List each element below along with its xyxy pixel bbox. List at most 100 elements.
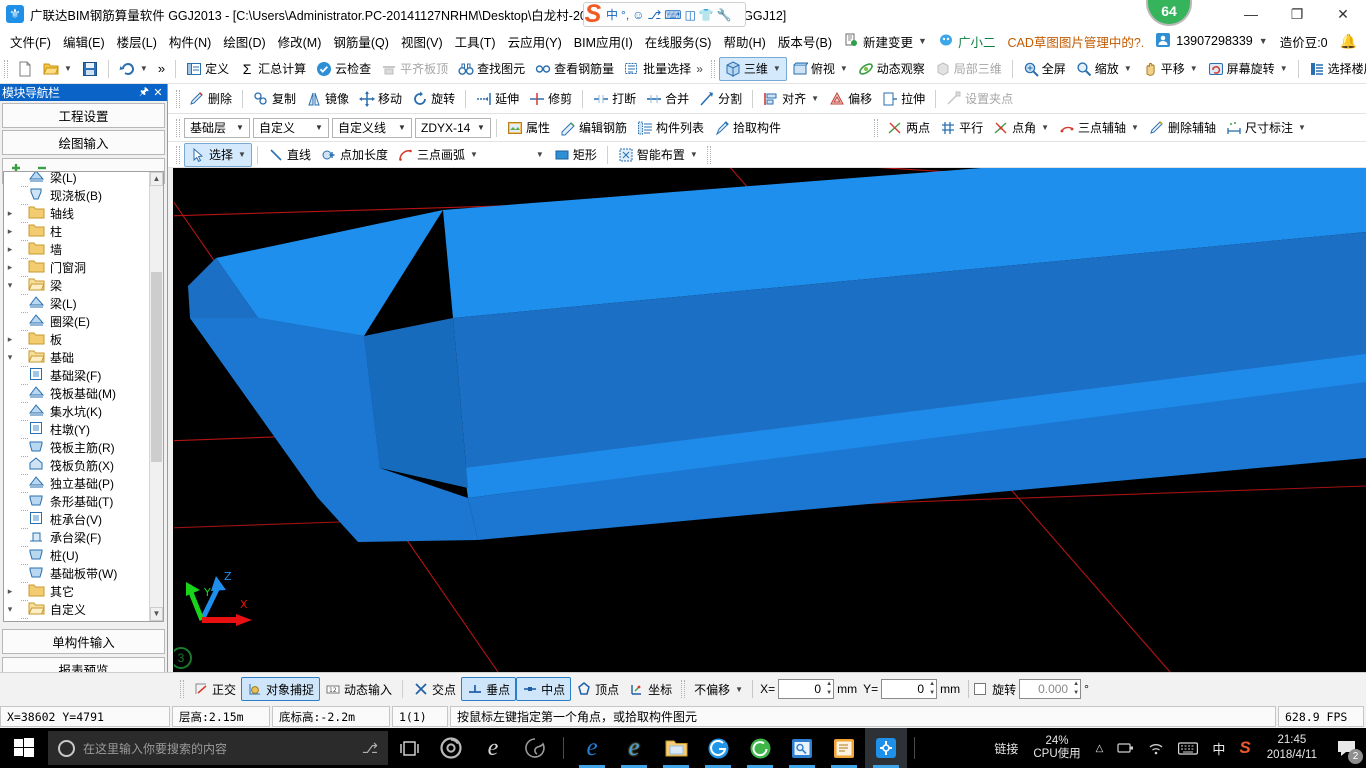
category-select-chevron-icon[interactable]: ▼ [312, 123, 326, 132]
extend-button[interactable]: 延伸 [471, 87, 524, 111]
floor-select[interactable]: 基础层 ▼ [184, 117, 250, 138]
view-3d-chevron-icon[interactable]: ▼ [773, 64, 781, 73]
snap-midpoint-toggle[interactable]: 中点 [516, 677, 572, 701]
mirror-button[interactable]: 镜像 [301, 87, 354, 111]
tree-item-22[interactable]: 桩(U) [4, 546, 149, 565]
view-top-chevron-icon[interactable]: ▼ [840, 64, 848, 73]
tree-expander-4[interactable]: ▸ [4, 226, 16, 237]
toolbar-grip[interactable] [4, 59, 8, 78]
ime-punctuation-icon[interactable]: °, [621, 8, 629, 22]
menu-online-service[interactable]: 在线服务(S) [639, 29, 718, 54]
snap-toolbar-grip[interactable] [180, 680, 184, 698]
undo-button[interactable]: ▼ [114, 57, 153, 81]
points-label[interactable]: 造价豆:0 [1274, 29, 1334, 54]
parallel-axis-button[interactable]: 平行 [935, 116, 988, 140]
start-button[interactable] [0, 728, 48, 768]
tree-item-13[interactable]: 筏板基础(M) [4, 384, 149, 403]
stretch-button[interactable]: 拉伸 [877, 87, 930, 111]
taskbar-360-browser-button[interactable] [739, 728, 781, 768]
pan-chevron-icon[interactable]: ▼ [1190, 64, 1198, 73]
draw-toolbar-grip-end[interactable] [706, 145, 711, 164]
find-element-button[interactable]: 查找图元 [453, 57, 530, 81]
taskbar-sogou-browser-button[interactable] [697, 728, 739, 768]
dynamic-input-toggle[interactable]: 12 动态输入 [320, 677, 397, 701]
tray-battery-icon[interactable] [1110, 742, 1141, 754]
rotate-checkbox[interactable] [974, 683, 987, 695]
sidebar-drawing-input-button[interactable]: 绘图输入 [2, 130, 165, 155]
taskbar-glodon-button[interactable] [865, 728, 907, 768]
account-chevron-down-icon[interactable]: ▼ [1259, 36, 1268, 46]
tray-sogou-icon[interactable]: S [1232, 738, 1257, 758]
tree-item-12[interactable]: 基础梁(F) [4, 366, 149, 385]
component-tree[interactable]: 剪力墙(Q)梁(L)现浇板(B)▸轴线▸柱▸墙▸门窗洞▾梁梁(L)圈梁(E)▸板… [3, 171, 164, 622]
zoom-chevron-icon[interactable]: ▼ [1124, 64, 1132, 73]
tree-scroll-up-icon[interactable]: ▲ [150, 172, 163, 186]
two-point-axis-button[interactable]: 两点 [882, 116, 935, 140]
tree-item-17[interactable]: 筏板负筋(X) [4, 456, 149, 475]
tree-item-18[interactable]: 独立基础(P) [4, 474, 149, 493]
tree-item-5[interactable]: ▸ 墙 [4, 240, 149, 259]
cloud-check-button[interactable]: 云检查 [311, 57, 376, 81]
pin-icon[interactable]: 🖈 [137, 83, 151, 102]
tray-expand-chevron-icon[interactable]: △ [1089, 743, 1111, 754]
modify-toolbar-grip[interactable] [176, 89, 180, 108]
tree-item-25[interactable]: ▾ 自定义 [4, 600, 149, 619]
copy-button[interactable]: 复制 [248, 87, 301, 111]
properties-button[interactable]: 属性 [502, 116, 555, 140]
3d-viewport[interactable]: Z Y X 3 [168, 168, 1366, 672]
delete-axis-button[interactable]: 删除辅轴 [1144, 116, 1221, 140]
batch-select-button[interactable]: 批量选择 [619, 57, 696, 81]
snap-perpendicular-toggle[interactable]: 垂点 [461, 677, 517, 701]
tree-item-6[interactable]: ▸ 门窗洞 [4, 258, 149, 277]
tree-expander-3[interactable]: ▸ [4, 208, 16, 219]
tree-item-4[interactable]: ▸ 柱 [4, 222, 149, 241]
taskbar-search[interactable]: 在这里输入你要搜索的内容 ⎇ [48, 731, 388, 765]
tray-keyboard-icon[interactable] [1171, 741, 1205, 755]
select-floor-button[interactable]: 选择楼层 [1304, 57, 1366, 81]
tree-item-11[interactable]: ▾ 基础 [4, 348, 149, 367]
snap-vertex-toggle[interactable]: 顶点 [571, 677, 624, 701]
taskbar-file-explorer-button[interactable] [655, 728, 697, 768]
taskbar-ie-legacy-button[interactable]: e [613, 728, 655, 768]
menu-component[interactable]: 构件(N) [163, 29, 217, 54]
tree-item-1[interactable]: 梁(L) [4, 172, 149, 187]
floor-select-chevron-icon[interactable]: ▼ [233, 123, 247, 132]
component-list-button[interactable]: 构件列表 [632, 116, 709, 140]
tree-item-7[interactable]: ▾ 梁 [4, 276, 149, 295]
menu-view[interactable]: 视图(V) [395, 29, 449, 54]
tree-item-21[interactable]: 承台梁(F) [4, 528, 149, 547]
extra-draw-chevron-icon[interactable]: ▼ [536, 150, 544, 159]
menu-edit[interactable]: 编辑(E) [57, 29, 111, 54]
point-angle-chevron-icon[interactable]: ▼ [1041, 123, 1049, 132]
delete-button[interactable]: 删除 [184, 87, 237, 111]
sidebar-single-component-input-button[interactable]: 单构件输入 [2, 629, 165, 654]
tree-item-16[interactable]: 筏板主筋(R) [4, 438, 149, 457]
dimension-chevron-icon[interactable]: ▼ [1298, 123, 1306, 132]
category-select[interactable]: 自定义 ▼ [253, 117, 329, 138]
open-file-chevron-icon[interactable]: ▼ [64, 64, 72, 73]
three-point-axis-chevron-icon[interactable]: ▼ [1131, 123, 1139, 132]
taskbar-pdf-reader-button[interactable] [781, 728, 823, 768]
menu-floor[interactable]: 楼层(L) [111, 29, 163, 54]
three-point-axis-button[interactable]: 三点辅轴 ▼ [1054, 116, 1144, 140]
three-point-arc-button[interactable]: 三点画弧 ▼ [393, 143, 483, 167]
ortho-toggle[interactable]: 正交 [188, 677, 241, 701]
view-toolbar-grip[interactable] [710, 59, 715, 78]
rotate-spinner[interactable]: ▲ ▼ [1070, 681, 1079, 697]
offset-mode-chevron-icon[interactable]: ▼ [735, 685, 743, 694]
view-top-button[interactable]: 俯视 ▼ [787, 57, 853, 81]
tree-expander-6[interactable]: ▸ [4, 262, 16, 273]
summary-calc-button[interactable]: Σ 汇总计算 [234, 57, 311, 81]
account-button[interactable]: 13907298339 ▼ [1150, 30, 1273, 52]
define-button[interactable]: 定义 [181, 57, 234, 81]
view-toolbar-overflow-left[interactable]: » [696, 62, 703, 76]
offset-group-grip[interactable] [681, 680, 686, 698]
sidebar-close-icon[interactable]: ✕ [151, 86, 165, 99]
rotate-input[interactable]: 0.000 ▲ ▼ [1019, 679, 1082, 699]
type-select[interactable]: 自定义线 ▼ [332, 117, 412, 138]
tree-item-19[interactable]: 条形基础(T) [4, 492, 149, 511]
align-chevron-icon[interactable]: ▼ [811, 94, 819, 103]
offset-mode-select[interactable]: 不偏移 ▼ [689, 677, 748, 701]
three-point-arc-chevron-icon[interactable]: ▼ [470, 150, 478, 159]
taskbar-ie-button[interactable]: e [472, 728, 514, 768]
